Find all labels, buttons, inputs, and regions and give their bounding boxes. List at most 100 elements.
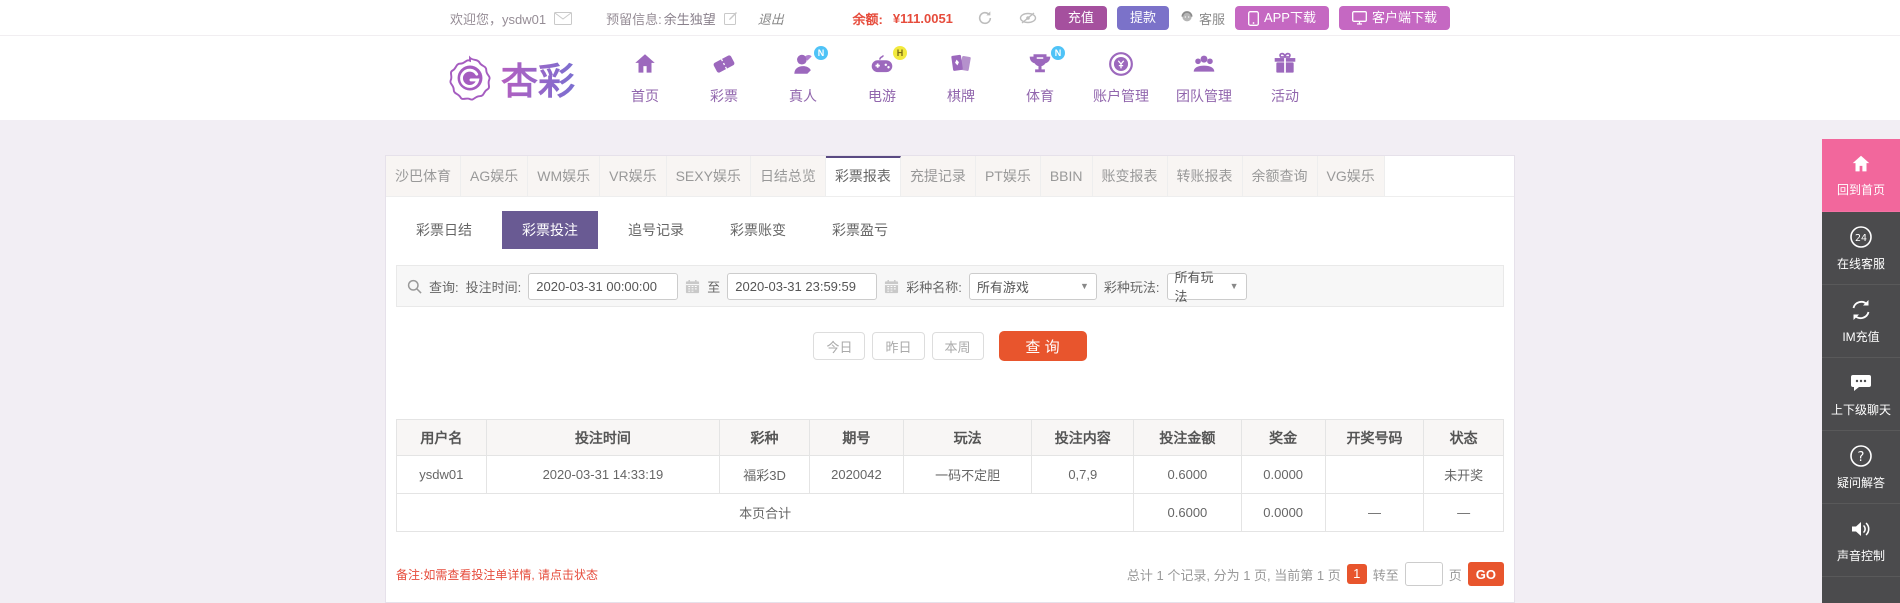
badge-h: H xyxy=(893,45,907,60)
report-subtabs: 彩票日结 彩票投注 追号记录 彩票账变 彩票盈亏 xyxy=(386,197,1514,261)
tab-deposit-withdraw-records[interactable]: 充提记录 xyxy=(900,156,976,196)
client-download-button[interactable]: 客户端下载 xyxy=(1338,6,1450,30)
speaker-icon xyxy=(1849,517,1873,541)
playing-cards-icon xyxy=(948,51,974,79)
svg-text:24: 24 xyxy=(1855,233,1867,244)
tab-saba-sports[interactable]: 沙巴体育 xyxy=(386,156,461,196)
balance-value: ¥111.0051 xyxy=(892,10,953,26)
svg-text:?: ? xyxy=(1858,450,1865,465)
bet-time-label: 投注时间: xyxy=(465,279,522,295)
search-button[interactable]: 查 询 xyxy=(998,331,1087,361)
chevron-down-icon: ▼ xyxy=(1079,281,1089,291)
customer-service-icon xyxy=(1179,10,1195,26)
team-icon xyxy=(1191,51,1217,79)
game-select[interactable]: 所有游戏 ▼ xyxy=(968,272,1097,300)
main-nav: 首页 彩票 N 真人 H 电游 棋牌 N 体育 账户管理 团队管理 活动 xyxy=(619,45,1311,106)
reserved-info-label: 预留信息: xyxy=(606,11,662,27)
tab-vr[interactable]: VR娱乐 xyxy=(600,156,667,196)
col-bet-time: 投注时间 xyxy=(485,419,721,456)
customer-service-label: 客服 xyxy=(1198,11,1225,27)
nav-label: 活动 xyxy=(1271,87,1299,104)
tab-transfer-report[interactable]: 转账报表 xyxy=(1167,156,1243,196)
refresh-balance-icon[interactable] xyxy=(977,10,993,26)
customer-service-link[interactable]: 客服 xyxy=(1179,9,1225,28)
nav-item-live[interactable]: N 真人 xyxy=(777,45,829,106)
mail-icon[interactable] xyxy=(554,11,573,25)
today-button[interactable]: 今日 xyxy=(813,332,866,360)
yesterday-button[interactable]: 昨日 xyxy=(872,332,925,360)
col-status: 状态 xyxy=(1423,419,1504,456)
summary-prize-total: 0.0000 xyxy=(1240,493,1326,532)
tab-pt[interactable]: PT娱乐 xyxy=(975,156,1041,196)
site-header: 杏彩 首页 彩票 N 真人 H 电游 棋牌 N 体育 账户管理 团队管理 活动 xyxy=(0,36,1900,120)
app-download-button[interactable]: APP下载 xyxy=(1234,6,1329,30)
sidebar-item-chat[interactable]: 上下级聊天 xyxy=(1822,358,1900,431)
sidebar-item-im-recharge[interactable]: IM充值 xyxy=(1822,285,1900,358)
summary-bet-total: 0.6000 xyxy=(1133,493,1242,532)
nav-item-egames[interactable]: H 电游 xyxy=(856,45,908,106)
subtab-lottery-bets[interactable]: 彩票投注 xyxy=(502,211,598,249)
nav-item-account[interactable]: 账户管理 xyxy=(1093,51,1149,106)
tab-sexy[interactable]: SEXY娱乐 xyxy=(666,156,751,196)
to-label: 至 xyxy=(707,279,721,295)
current-page-badge[interactable]: 1 xyxy=(1346,564,1367,584)
nav-label: 真人 xyxy=(789,87,817,104)
bet-time-to-input[interactable] xyxy=(727,272,878,300)
nav-item-cards[interactable]: 棋牌 xyxy=(935,51,987,106)
home-icon xyxy=(1850,153,1872,175)
sidebar-item-label: 在线客服 xyxy=(1836,256,1885,271)
this-week-button[interactable]: 本周 xyxy=(931,332,984,360)
tab-bbin[interactable]: BBIN xyxy=(1040,156,1093,196)
tab-lottery-report[interactable]: 彩票报表 xyxy=(825,156,901,196)
nav-label: 首页 xyxy=(631,87,659,104)
tab-wm[interactable]: WM娱乐 xyxy=(528,156,601,196)
report-tabbar: 沙巴体育 AG娱乐 WM娱乐 VR娱乐 SEXY娱乐 日结总览 彩票报表 充提记… xyxy=(386,156,1514,197)
subtab-lottery-daily[interactable]: 彩票日结 xyxy=(400,212,488,248)
summary-draw: — xyxy=(1324,493,1425,532)
cell-status[interactable]: 未开奖 xyxy=(1423,455,1504,494)
page-input[interactable] xyxy=(1404,562,1443,586)
play-type-select[interactable]: 所有玩法 ▼ xyxy=(1166,270,1247,304)
sidebar-item-label: 声音控制 xyxy=(1836,548,1885,563)
site-logo[interactable]: 杏彩 xyxy=(447,51,575,105)
go-button[interactable]: GO xyxy=(1467,562,1504,586)
nav-item-home[interactable]: 首页 xyxy=(619,51,671,106)
badge-n: N xyxy=(1051,45,1065,60)
chat-bubble-icon xyxy=(1849,371,1873,395)
nav-item-sports[interactable]: N 体育 xyxy=(1014,45,1066,106)
edit-icon[interactable] xyxy=(723,11,738,25)
calendar-icon[interactable] xyxy=(685,279,700,294)
nav-item-lottery[interactable]: 彩票 xyxy=(698,51,750,106)
im-recharge-icon xyxy=(1849,298,1873,322)
tab-ag[interactable]: AG娱乐 xyxy=(461,156,529,196)
game-name-label: 彩种名称: xyxy=(906,279,962,295)
recharge-button[interactable]: 充值 xyxy=(1054,6,1107,30)
sidebar-item-back-home[interactable]: 回到首页 xyxy=(1822,139,1900,212)
sidebar-item-sound[interactable]: 声音控制 xyxy=(1822,504,1900,577)
sidebar-item-online-service[interactable]: 24 在线客服 xyxy=(1822,212,1900,285)
subtab-lottery-profit-loss[interactable]: 彩票盈亏 xyxy=(816,212,904,248)
calendar-icon[interactable] xyxy=(884,279,899,294)
nav-item-team[interactable]: 团队管理 xyxy=(1176,51,1232,106)
monitor-icon xyxy=(1352,11,1367,25)
tab-balance-query[interactable]: 余额查询 xyxy=(1242,156,1318,196)
withdraw-button[interactable]: 提款 xyxy=(1116,6,1169,30)
nav-item-promotions[interactable]: 活动 xyxy=(1259,51,1311,106)
sidebar-item-faq[interactable]: ? 疑问解答 xyxy=(1822,431,1900,504)
tab-daily-summary[interactable]: 日结总览 xyxy=(750,156,826,196)
sidebar-item-label: IM充值 xyxy=(1842,329,1880,344)
note-text: 备注:如需查看投注单详情, 请点击状态 xyxy=(396,567,599,582)
game-select-value: 所有游戏 xyxy=(976,279,1029,295)
quick-range-row: 今日 昨日 本周 查 询 xyxy=(386,331,1514,361)
hide-balance-eye-icon[interactable] xyxy=(1019,11,1037,25)
tab-vg[interactable]: VG娱乐 xyxy=(1317,156,1385,196)
bet-time-from-input[interactable] xyxy=(528,272,679,300)
query-label: 查询: xyxy=(429,279,459,295)
tab-account-change-report[interactable]: 账变报表 xyxy=(1092,156,1168,196)
logout-link[interactable]: 退出 xyxy=(758,9,784,28)
table-footer: 备注:如需查看投注单详情, 请点击状态 总计 1 个记录, 分为 1 页, 当前… xyxy=(396,562,1504,586)
ticket-icon xyxy=(711,51,737,79)
subtab-chase-records[interactable]: 追号记录 xyxy=(612,212,700,248)
pagination-summary: 总计 1 个记录, 分为 1 页, 当前第 1 页 xyxy=(1126,567,1341,583)
subtab-lottery-account-change[interactable]: 彩票账变 xyxy=(714,212,802,248)
